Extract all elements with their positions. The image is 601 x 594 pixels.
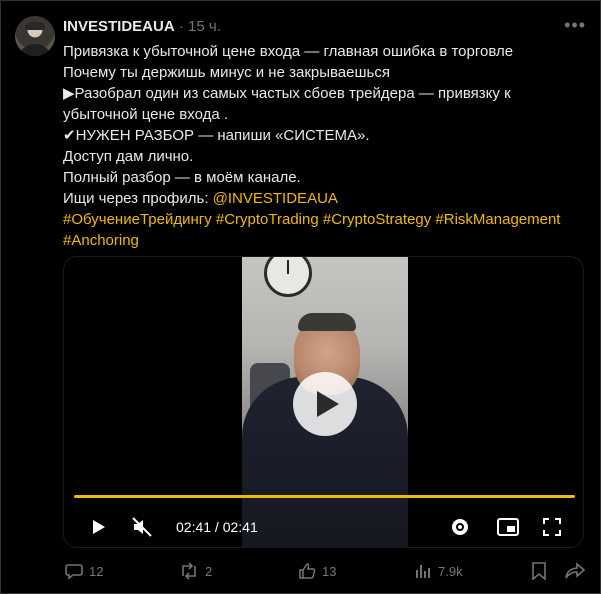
post-line-2: Почему ты держишь минус и не закрываешьс… (63, 64, 390, 81)
post-line-1: Привязка к убыточной цене входа — главна… (63, 43, 514, 60)
play-icon (93, 520, 105, 534)
post-line-7: Ищи через профиль: @INVESTIDEAUA (63, 188, 588, 209)
views-button[interactable]: 7.9k (414, 562, 463, 580)
mute-button[interactable] (128, 513, 156, 541)
gear-icon (452, 519, 468, 535)
pip-button[interactable] (494, 513, 522, 541)
post-line-5: Доступ дам лично. (63, 148, 194, 165)
hashtags-line-2[interactable]: #Anchoring (63, 230, 588, 251)
header-dot: · (178, 18, 184, 35)
post-line-4: ✔НУЖЕН РАЗБОР — напиши «СИСТЕМА». (63, 127, 370, 144)
play-icon (317, 391, 339, 417)
like-button[interactable]: 13 (298, 562, 336, 580)
muted-speaker-icon (132, 517, 152, 537)
fullscreen-button[interactable] (538, 513, 566, 541)
bookmark-button[interactable] (531, 562, 547, 580)
wall-clock (264, 257, 312, 297)
play-button[interactable] (84, 513, 112, 541)
post-line-3: ▶Разобрал один из самых частых сбоев тре… (63, 85, 511, 123)
avatar[interactable] (15, 16, 55, 56)
picture-in-picture-icon (497, 518, 519, 536)
play-overlay-button[interactable] (293, 372, 357, 436)
hashtags-line-1[interactable]: #ОбучениеТрейдингу #CryptoTrading #Crypt… (63, 209, 588, 230)
person-hair (298, 313, 356, 331)
views-count: 7.9k (438, 563, 463, 579)
more-options-icon[interactable]: ••• (564, 15, 586, 36)
video-player[interactable]: 02:41 / 02:41 (63, 256, 584, 548)
video-controls: 02:41 / 02:41 (64, 509, 583, 545)
profile-prefix: Ищи через профиль: (63, 190, 213, 207)
repost-button[interactable]: 2 (179, 562, 212, 580)
avatar-body (17, 44, 53, 56)
video-progress-bar[interactable] (74, 495, 575, 498)
mention-link[interactable]: @INVESTIDEAUA (213, 190, 338, 207)
post-actions: 12 2 13 7.9k (1, 556, 601, 590)
views-chart-icon (416, 565, 430, 578)
author-name[interactable]: INVESTIDEAUA (63, 18, 175, 35)
share-button[interactable] (565, 562, 585, 580)
reply-button[interactable]: 12 (65, 562, 103, 580)
reply-count: 12 (89, 563, 104, 579)
post-line-6: Полный разбор — в моём канале. (63, 169, 301, 186)
post-text: Привязка к убыточной цене входа — главна… (63, 41, 588, 251)
repost-count: 2 (205, 563, 213, 579)
video-time: 02:41 / 02:41 (176, 519, 258, 535)
post-time[interactable]: 15 ч. (188, 18, 221, 35)
repost-icon (182, 562, 196, 580)
share-icon (565, 562, 585, 579)
like-count: 13 (322, 563, 337, 579)
bookmark-icon (532, 562, 546, 580)
reply-icon (65, 564, 83, 580)
post: INVESTIDEAUA · 15 ч. ••• Привязка к убыт… (0, 0, 601, 594)
fullscreen-icon (543, 518, 561, 536)
settings-button[interactable] (446, 513, 474, 541)
post-header: INVESTIDEAUA · 15 ч. (63, 18, 221, 36)
thumbs-up-icon (299, 563, 316, 579)
avatar-hair (25, 22, 45, 30)
